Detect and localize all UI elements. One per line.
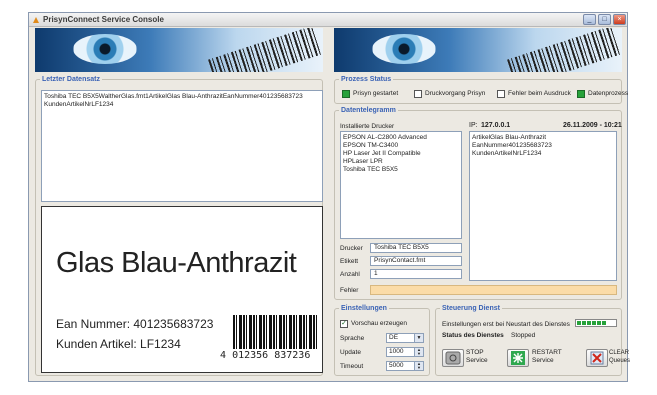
datetime-value: 26.11.2009 - 10:21 (563, 122, 622, 129)
printer-list[interactable]: EPSON AL-C2800 Advanced EPSON TM-C3400 H… (340, 131, 462, 239)
ip-label: IP: (469, 122, 478, 129)
eye-image (372, 34, 436, 64)
status-label-0: Prisyn gestartet (353, 90, 399, 97)
label-ean: Ean Nummer: 401235683723 (56, 317, 214, 331)
service-status-label: Status des Dienstes (442, 332, 504, 339)
header-banner-right (334, 28, 622, 72)
title-bar: PrisynConnect Service Console _ □ × (29, 13, 627, 27)
anzahl-field[interactable]: 1 (370, 269, 462, 279)
clear-queues-icon (590, 351, 604, 365)
installed-printers-label: Installierte Drucker (340, 123, 395, 130)
window-title: PrisynConnect Service Console (43, 15, 164, 24)
barcode-decoration (208, 28, 322, 72)
process-status-legend: Prozess Status (341, 76, 392, 83)
restart-service-label[interactable]: RESTART Service (532, 349, 562, 365)
label-preview: Glas Blau-Anthrazit Ean Nummer: 40123568… (41, 206, 323, 373)
status-checkbox-1[interactable] (414, 90, 422, 98)
last-record-textarea[interactable]: Toshiba TEC B5X5WaltherGlas.fmt1ArtikelG… (41, 90, 323, 202)
fehler-label: Fehler (340, 287, 359, 294)
error-field[interactable] (370, 285, 617, 295)
update-value: 1000 (389, 348, 404, 355)
last-record-legend: Letzter Datensatz (42, 76, 100, 83)
preview-checkbox[interactable]: ✓ (340, 320, 348, 328)
stop-service-button[interactable] (442, 349, 464, 367)
label-customer-article: Kunden Artikel: LF1234 (56, 337, 181, 351)
service-progress-bar (575, 319, 617, 327)
stepper-arrows-icon: ▲ ▼ (414, 362, 423, 370)
barcode-decoration (507, 28, 621, 72)
clear-queues-button[interactable] (586, 349, 608, 367)
chevron-down-icon: ▼ (414, 334, 423, 342)
timeout-value: 5000 (389, 362, 404, 369)
anzahl-label: Anzahl (340, 271, 360, 278)
stop-icon (445, 351, 461, 365)
status-label-3: Datenprozess (588, 90, 629, 97)
status-checkbox-3[interactable] (577, 90, 585, 98)
timeout-label: Timeout (340, 363, 364, 370)
app-icon (33, 17, 39, 23)
app-window: PrisynConnect Service Console _ □ × Letz… (28, 12, 630, 382)
data-telegram-legend: Datentelegramm (341, 107, 396, 114)
eye-image (73, 34, 137, 64)
etikett-field[interactable]: PrisynContact.fmt (370, 256, 462, 266)
language-value: DE (389, 334, 399, 341)
update-stepper[interactable]: 1000 ▲ ▼ (386, 347, 424, 357)
etikett-label: Etikett (340, 258, 359, 265)
restart-icon (511, 351, 525, 365)
status-label-1: Druckvorgang Prisyn (425, 90, 486, 97)
settings-legend: Einstellungen (341, 305, 387, 312)
status-label-2: Fehler beim Ausdruck (508, 90, 571, 97)
service-progress-fill (577, 321, 608, 325)
barcode-digits: 4 012356 837236 (220, 350, 311, 361)
label-product-name: Glas Blau-Anthrazit (56, 247, 297, 279)
timeout-stepper[interactable]: 5000 ▲ ▼ (386, 361, 424, 371)
maximize-button[interactable]: □ (598, 14, 611, 25)
preview-label: Vorschau erzeugen (351, 320, 408, 327)
clear-queues-label[interactable]: CLEAR Queues (609, 349, 630, 365)
language-select[interactable]: DE ▼ (386, 333, 424, 343)
telegram-textarea[interactable]: ArtikelGlas Blau-Anthrazit EanNummer4012… (469, 131, 617, 281)
restart-service-button[interactable] (507, 349, 529, 367)
printer-field[interactable]: Toshiba TEC B5X5 (370, 243, 462, 253)
close-button[interactable]: × (613, 14, 626, 25)
language-label: Sprache (340, 335, 365, 342)
printer-label: Drucker (340, 245, 363, 252)
status-checkbox-0[interactable] (342, 90, 350, 98)
stepper-arrows-icon: ▲ ▼ (414, 348, 423, 356)
ip-value: 127.0.0.1 (481, 122, 511, 129)
stop-service-label[interactable]: STOP Service (466, 349, 488, 365)
update-label: Update (340, 349, 361, 356)
minimize-button[interactable]: _ (583, 14, 596, 25)
barcode (233, 315, 317, 349)
service-status-value: Stopped (511, 332, 536, 339)
restart-note: Einstellungen erst bei Neustart des Dien… (442, 321, 570, 328)
header-banner-left (35, 28, 323, 72)
status-checkbox-2[interactable] (497, 90, 505, 98)
service-control-legend: Steuerung Dienst (442, 305, 500, 312)
